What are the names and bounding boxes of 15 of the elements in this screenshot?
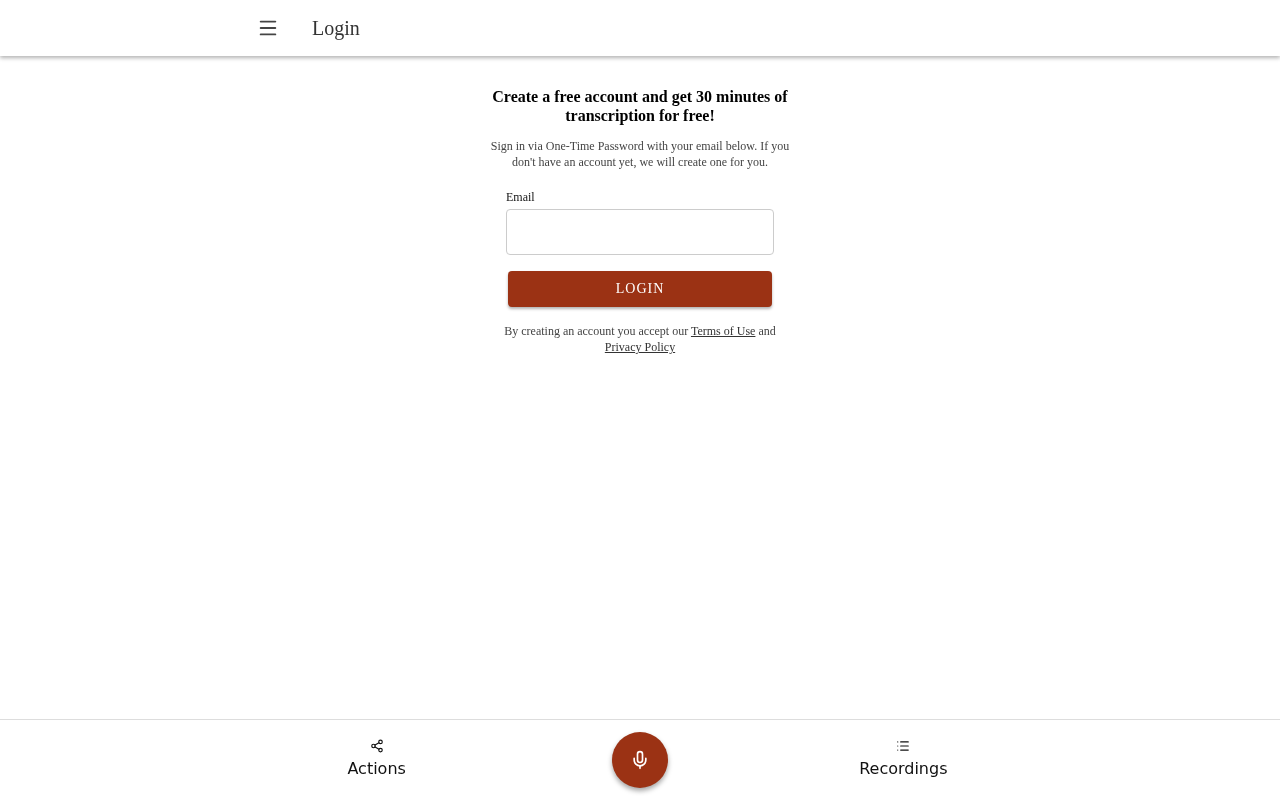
share-icon <box>369 738 384 753</box>
terms-link[interactable]: Privacy Policy <box>604 340 676 354</box>
terms-link[interactable]: Terms of Use <box>690 324 756 338</box>
microphone-icon <box>630 750 650 770</box>
terms-note: By creating an account you accept our Terms of Use and Privacy Policy <box>503 323 777 355</box>
email-label: Email <box>506 190 536 205</box>
intro-text: Sign in via One-Time Password with your email below. If you don't have an account yet, we will create one for you. <box>489 138 791 170</box>
list-icon <box>896 738 911 753</box>
nav-item[interactable]: Recordings <box>851 734 956 782</box>
microphone-button[interactable] <box>612 732 668 788</box>
heading: Create a free account and get 30 minutes of transcription for free! <box>491 87 789 125</box>
nav-item[interactable]: Actions <box>339 734 414 782</box>
login-button[interactable]: LOGIN <box>508 271 772 307</box>
email-field[interactable] <box>506 209 774 255</box>
page-title: Login <box>312 16 360 40</box>
